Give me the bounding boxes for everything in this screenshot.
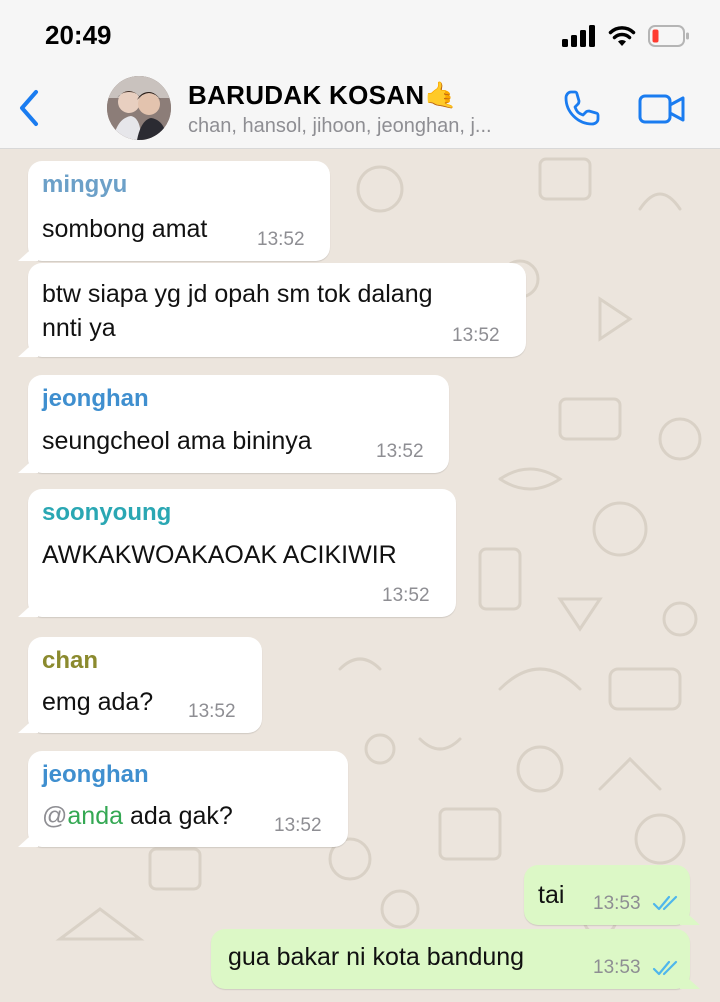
double-check-read-icon <box>652 895 678 911</box>
message-bubble-outgoing[interactable]: tai 13:53 <box>524 865 690 925</box>
chat-header: BARUDAK KOSAN🤙 chan, hansol, jihoon, jeo… <box>0 70 720 149</box>
call-me-hand-emoji: 🤙 <box>424 80 458 110</box>
message-bubble[interactable]: jeonghan seungcheol ama bininya 13:52 <box>28 375 449 473</box>
message-sender[interactable]: jeonghan <box>42 385 149 413</box>
message-time: 13:53 <box>593 893 641 914</box>
chat-members[interactable]: chan, hansol, jihoon, jeonghan, j... <box>188 115 548 138</box>
video-camera-icon[interactable] <box>638 92 686 126</box>
message-bubble[interactable]: soonyoung AWKAKWOAKAOAK ACIKIWIR 13:52 <box>28 489 456 617</box>
wifi-icon <box>608 26 636 46</box>
phone-icon[interactable] <box>562 88 602 128</box>
message-time: 13:52 <box>188 701 236 722</box>
message-bubble[interactable]: jeonghan @anda ada gak? 13:52 <box>28 751 348 847</box>
message-text: tai <box>538 881 565 909</box>
message-sender[interactable]: mingyu <box>42 171 127 199</box>
message-bubble-outgoing[interactable]: gua bakar ni kota bandung 13:53 <box>211 929 690 989</box>
message-text: gua bakar ni kota bandung <box>228 943 525 971</box>
mention-at-sign: @ <box>42 802 68 830</box>
chat-title[interactable]: BARUDAK KOSAN🤙 <box>188 80 457 111</box>
message-time: 13:52 <box>376 441 424 462</box>
mention-name[interactable]: anda <box>67 802 123 830</box>
message-bubble[interactable]: btw siapa yg jd opah sm tok dalang nnti … <box>28 263 526 357</box>
message-text: @anda ada gak? <box>42 797 233 835</box>
chat-area[interactable]: mingyu sombong amat 13:52 btw siapa yg j… <box>0 149 720 1002</box>
message-sender[interactable]: jeonghan <box>42 761 149 789</box>
message-text: sombong amat <box>42 215 208 243</box>
message-text-line: nnti ya <box>42 314 116 342</box>
message-bubble[interactable]: mingyu sombong amat 13:52 <box>28 161 330 261</box>
chat-title-text: BARUDAK KOSAN <box>188 80 425 110</box>
message-time: 13:53 <box>593 957 641 978</box>
status-time: 20:49 <box>45 20 112 50</box>
message-time: 13:52 <box>452 325 500 346</box>
message-sender[interactable]: chan <box>42 647 98 675</box>
signal-icon <box>562 25 595 47</box>
message-text: emg ada? <box>42 688 154 716</box>
battery-icon <box>648 25 689 47</box>
group-avatar[interactable] <box>107 76 171 140</box>
message-text-rest: ada gak? <box>123 802 233 830</box>
double-check-read-icon <box>652 960 678 976</box>
message-sender[interactable]: soonyoung <box>42 499 171 527</box>
message-text-line: btw siapa yg jd opah sm tok dalang <box>42 280 433 308</box>
message-bubble[interactable]: chan emg ada? 13:52 <box>28 637 262 733</box>
message-time: 13:52 <box>382 585 430 606</box>
avatar-image <box>107 76 171 140</box>
message-time: 13:52 <box>257 229 305 250</box>
message-text: seungcheol ama bininya <box>42 427 312 455</box>
status-icons <box>562 22 690 50</box>
chevron-left-icon[interactable] <box>14 88 44 128</box>
message-text: AWKAKWOAKAOAK ACIKIWIR <box>42 541 397 569</box>
message-time: 13:52 <box>274 815 322 836</box>
status-bar: 20:49 <box>0 0 720 70</box>
